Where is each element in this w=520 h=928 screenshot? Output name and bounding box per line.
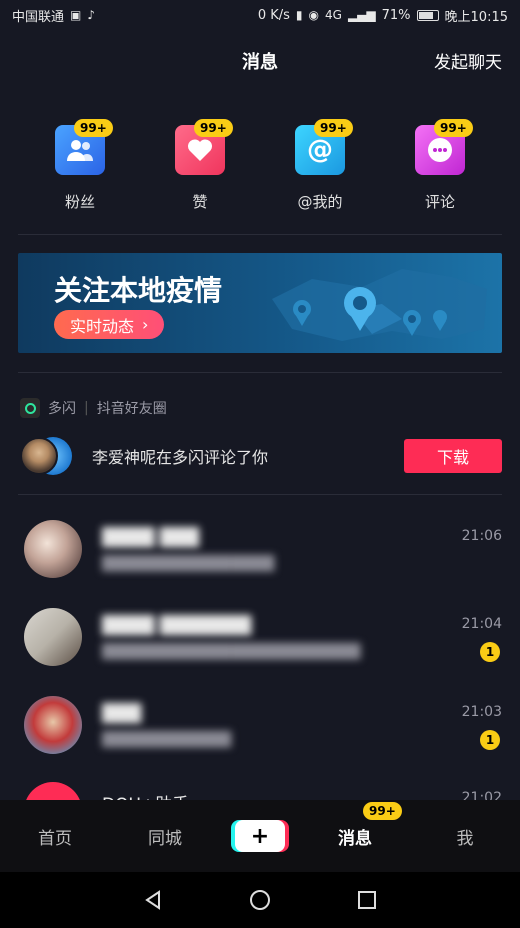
app-notification-icon: ▣ [70, 8, 82, 22]
category-badge: 99+ [74, 119, 113, 137]
category-likes[interactable]: 99+ 赞 [160, 119, 240, 215]
status-bar: 中国联通 ▣ ♪ 0 K/s ▮ ◉ 4G ▂▄▆ 71% 晚上10:15 [0, 0, 520, 30]
message-time: 21:04 [461, 616, 502, 632]
category-label: 粉丝 [64, 193, 95, 211]
realtime-button-label: 实时动态 [70, 316, 135, 336]
notice-avatars [20, 437, 76, 475]
message-name: ████ ███████ [102, 616, 252, 636]
category-mentions[interactable]: @ 99+ @我的 [280, 119, 360, 215]
categories-row: 99+ 粉丝 99+ 赞 @ 99+ @我的 99+ 评论 [0, 119, 520, 215]
duoshan-notice[interactable]: 李爱神呢在多闪评论了你 下载 [20, 436, 502, 476]
vibrate-icon: ▮ [295, 8, 303, 22]
category-comments[interactable]: 99+ 评论 [400, 119, 480, 215]
duoshan-logo-icon [20, 398, 40, 418]
battery-icon [416, 9, 439, 21]
avatar [24, 520, 82, 578]
tab-messages[interactable]: 消息 99+ [315, 801, 402, 849]
category-label: 赞 [192, 193, 208, 211]
status-left: 中国联通 ▣ ♪ [12, 6, 95, 25]
header: 消息 发起聊天 [0, 40, 520, 80]
tab-me[interactable]: 我 [425, 824, 505, 849]
clock: 晚上10:15 [444, 9, 508, 25]
message-name: ████ ███ [102, 528, 199, 548]
tab-messages-label: 消息 [338, 828, 372, 849]
tab-home[interactable]: 首页 [15, 824, 95, 849]
eye-icon: ◉ [308, 8, 319, 22]
tab-city[interactable]: 同城 [125, 824, 205, 849]
category-label: @我的 [297, 193, 343, 211]
realtime-button[interactable]: 实时动态 › [54, 310, 165, 339]
home-icon[interactable] [247, 887, 273, 913]
start-chat-button[interactable]: 发起聊天 [434, 48, 502, 73]
tiktok-notification-icon: ♪ [87, 8, 96, 22]
separator: | [84, 400, 89, 416]
avatar [20, 437, 58, 475]
system-navigation-bar [0, 872, 520, 928]
map-illustration [272, 269, 487, 341]
download-button[interactable]: 下载 [404, 439, 502, 473]
avatar [24, 608, 82, 666]
network-speed: 0 K/s [257, 7, 290, 23]
message-preview: ████████████ [102, 732, 232, 748]
network-type: 4G [325, 8, 342, 22]
message-row[interactable]: ███ ████████████ 21:03 1 [0, 696, 520, 784]
create-button[interactable]: + [231, 820, 289, 852]
notice-text: 李爱神呢在多闪评论了你 [92, 448, 269, 467]
plus-icon: + [235, 820, 285, 852]
divider [18, 494, 502, 495]
message-row[interactable]: ████ ███████ ████████████████████████ 21… [0, 608, 520, 696]
message-time: 21:06 [461, 528, 502, 544]
chevron-right-icon: › [142, 315, 149, 334]
message-preview: ████████████████████████ [102, 644, 361, 660]
divider [18, 234, 502, 235]
divider [18, 372, 502, 373]
battery-percent: 71% [381, 7, 411, 23]
category-label: 评论 [424, 193, 455, 211]
status-right: 0 K/s ▮ ◉ 4G ▂▄▆ 71% 晚上10:15 [258, 6, 508, 25]
recent-apps-icon[interactable] [354, 887, 380, 913]
message-row[interactable]: ████ ███ ████████████████ 21:06 [0, 520, 520, 608]
carrier-label: 中国联通 [12, 9, 65, 25]
category-badge: 99+ [194, 119, 233, 137]
epidemic-banner[interactable]: 关注本地疫情 实时动态 › [18, 253, 502, 353]
avatar [24, 696, 82, 754]
signal-icon: ▂▄▆ [347, 8, 376, 22]
duoshan-subtitle: 抖音好友圈 [96, 401, 167, 417]
bottom-tab-bar: 首页 同城 + 消息 99+ 我 [0, 800, 520, 872]
message-name: ███ [102, 704, 142, 724]
duoshan-app-name: 多闪 [48, 401, 76, 417]
category-badge: 99+ [314, 119, 353, 137]
category-badge: 99+ [434, 119, 473, 137]
banner-title: 关注本地疫情 [54, 274, 223, 307]
back-icon[interactable] [140, 887, 166, 913]
unread-badge: 1 [480, 730, 500, 750]
duoshan-header: 多闪 | 抖音好友圈 [20, 398, 167, 418]
category-fans[interactable]: 99+ 粉丝 [40, 119, 120, 215]
screen: 中国联通 ▣ ♪ 0 K/s ▮ ◉ 4G ▂▄▆ 71% 晚上10:15 消息… [0, 0, 520, 928]
unread-badge: 1 [480, 642, 500, 662]
messages-badge: 99+ [363, 801, 402, 820]
message-time: 21:03 [461, 704, 502, 720]
message-preview: ████████████████ [102, 556, 275, 572]
